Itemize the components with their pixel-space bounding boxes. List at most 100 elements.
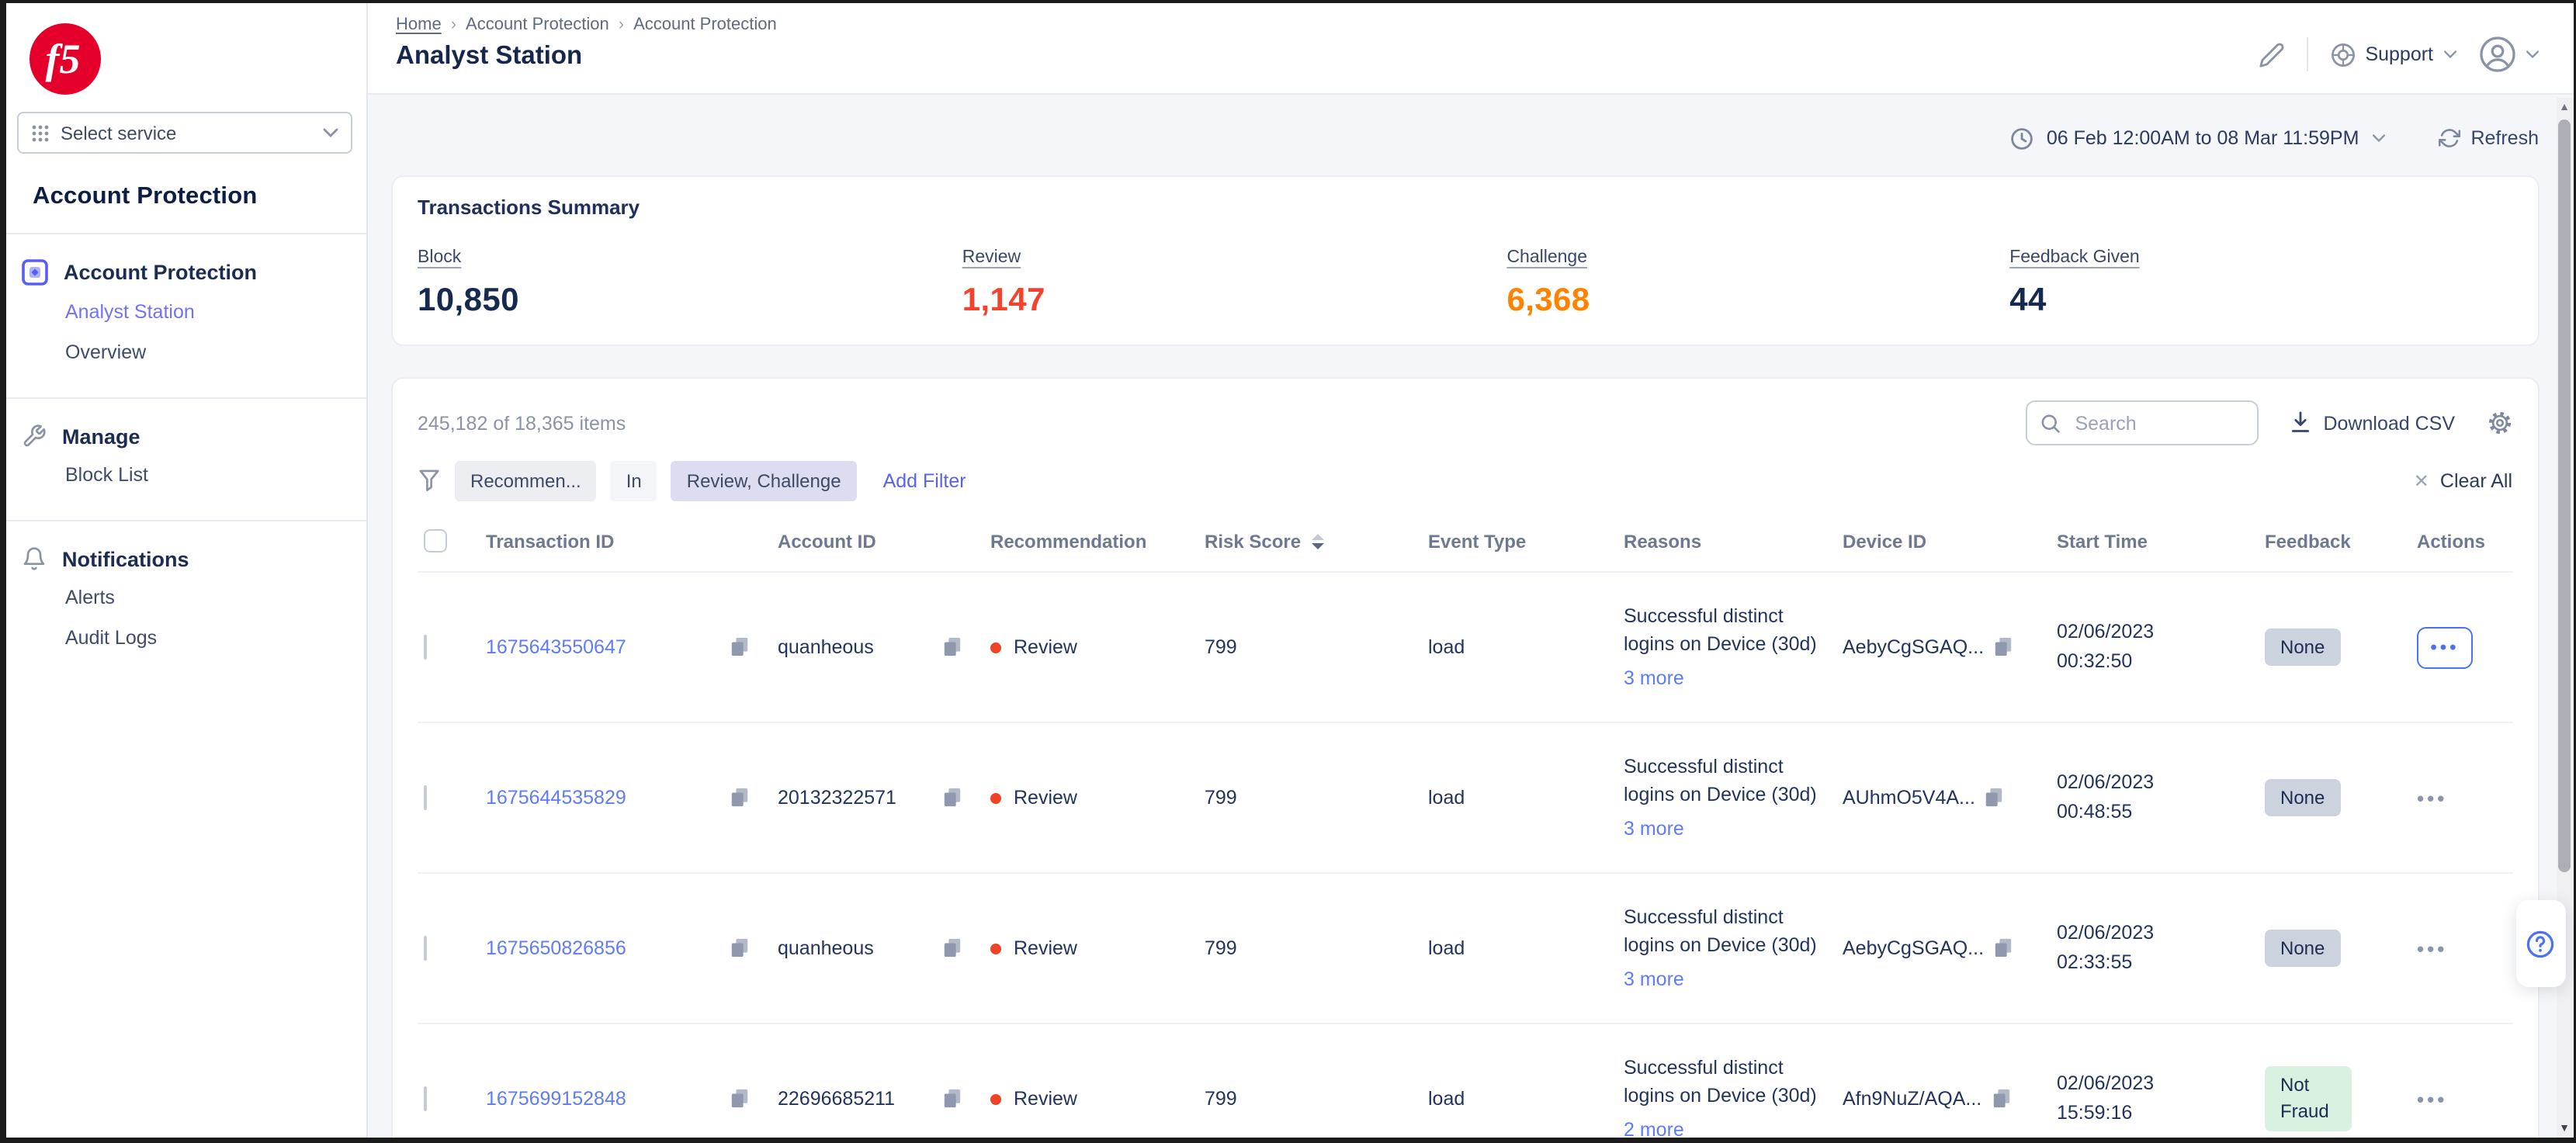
scroll-down-arrow[interactable]: ▼ bbox=[2556, 1123, 2573, 1134]
review-dot-icon bbox=[990, 943, 1001, 954]
risk-score: 799 bbox=[1205, 937, 1428, 959]
stat-block-label[interactable]: Block bbox=[418, 248, 461, 267]
stat-feedback-given-label[interactable]: Feedback Given bbox=[2009, 248, 2140, 267]
clear-all-label: Clear All bbox=[2440, 470, 2512, 492]
avatar-icon bbox=[2478, 36, 2515, 73]
transactions-table-card: 245,182 of 18,365 items bbox=[391, 377, 2539, 1143]
scroll-up-arrow[interactable]: ▲ bbox=[2556, 102, 2573, 113]
filter-operator-chip[interactable]: In bbox=[611, 461, 657, 501]
sidebar-item-audit-logs[interactable]: Audit Logs bbox=[6, 618, 366, 658]
filter-field-chip[interactable]: Recommen... bbox=[455, 461, 597, 501]
feedback-badge: Not Fraud bbox=[2265, 1066, 2352, 1131]
sidebar-item-overview[interactable]: Overview bbox=[6, 332, 366, 372]
table-header-row: Transaction ID Account ID Recommendation… bbox=[418, 514, 2512, 571]
grid-icon bbox=[31, 123, 50, 142]
more-reasons-link[interactable]: 3 more bbox=[1624, 965, 1684, 992]
select-all-checkbox[interactable] bbox=[424, 529, 447, 552]
date-range-label: 06 Feb 12:00AM to 08 Mar 11:59PM bbox=[2047, 127, 2359, 149]
feedback-badge: None bbox=[2265, 628, 2340, 667]
start-time: 00:32:50 bbox=[2057, 650, 2132, 672]
row-checkbox[interactable] bbox=[424, 635, 427, 660]
copy-icon[interactable] bbox=[942, 937, 962, 959]
event-type: load bbox=[1428, 636, 1624, 658]
more-reasons-link[interactable]: 3 more bbox=[1624, 814, 1684, 842]
help-button[interactable] bbox=[2515, 900, 2565, 987]
clear-all-button[interactable]: ✕ Clear All bbox=[2414, 470, 2512, 492]
copy-icon[interactable] bbox=[942, 636, 962, 658]
row-checkbox[interactable] bbox=[424, 785, 427, 810]
risk-score: 799 bbox=[1205, 636, 1428, 658]
col-start-time[interactable]: Start Time bbox=[2057, 530, 2265, 552]
pencil-icon[interactable] bbox=[2258, 41, 2284, 68]
more-reasons-link[interactable]: 3 more bbox=[1624, 663, 1684, 691]
stat-review-label[interactable]: Review bbox=[962, 248, 1021, 267]
transaction-id-link[interactable]: 1675644535829 bbox=[486, 787, 626, 809]
stat-challenge: Challenge 6,368 bbox=[1506, 242, 2009, 320]
support-icon bbox=[2329, 41, 2356, 68]
sidebar-section-account-protection: Account Protection Analyst Station Overv… bbox=[6, 234, 366, 376]
transaction-id-link[interactable]: 1675699152848 bbox=[486, 1088, 626, 1110]
breadcrumb-home-link[interactable]: Home bbox=[396, 16, 442, 34]
copy-icon[interactable] bbox=[730, 937, 750, 959]
stat-challenge-label[interactable]: Challenge bbox=[1506, 248, 1587, 267]
date-range-picker[interactable]: 06 Feb 12:00AM to 08 Mar 11:59PM bbox=[2011, 126, 2386, 150]
sidebar-item-account-protection[interactable]: Account Protection bbox=[6, 253, 366, 292]
copy-icon[interactable] bbox=[942, 787, 962, 809]
col-recommendation[interactable]: Recommendation bbox=[990, 530, 1205, 552]
device-id: AebyCgSGAQ... bbox=[1843, 937, 1984, 959]
col-device-id[interactable]: Device ID bbox=[1843, 530, 2057, 552]
download-csv-button[interactable]: Download CSV bbox=[2289, 411, 2455, 435]
content: 06 Feb 12:00AM to 08 Mar 11:59PM Refresh bbox=[368, 95, 2573, 1137]
copy-icon[interactable] bbox=[730, 1088, 750, 1110]
col-risk-score[interactable]: Risk Score bbox=[1205, 530, 1428, 552]
col-transaction-id[interactable]: Transaction ID bbox=[486, 530, 778, 552]
sidebar-product-title: Account Protection bbox=[11, 183, 366, 211]
row-checkbox[interactable] bbox=[424, 936, 427, 961]
row-actions-button[interactable]: ••• bbox=[2417, 937, 2447, 960]
refresh-button[interactable]: Refresh bbox=[2438, 127, 2539, 149]
sidebar: f5 Select service Account Protection bbox=[6, 3, 368, 1137]
copy-icon[interactable] bbox=[942, 1088, 962, 1110]
gear-icon[interactable] bbox=[2486, 410, 2512, 436]
row-actions-button[interactable]: ••• bbox=[2417, 786, 2447, 809]
transaction-id-link[interactable]: 1675643550647 bbox=[486, 636, 626, 658]
row-actions-button[interactable]: ••• bbox=[2417, 1087, 2447, 1110]
copy-icon[interactable] bbox=[1991, 1088, 2011, 1110]
col-feedback[interactable]: Feedback bbox=[2265, 530, 2417, 552]
filter-value-chip[interactable]: Review, Challenge bbox=[671, 461, 857, 501]
scrollbar-thumb[interactable] bbox=[2558, 119, 2571, 872]
sidebar-section-manage: Manage Block List bbox=[6, 399, 366, 498]
recommendation: Review bbox=[1014, 1088, 1077, 1110]
user-menu[interactable] bbox=[2478, 36, 2539, 73]
divider bbox=[2306, 37, 2307, 71]
sidebar-item-analyst-station[interactable]: Analyst Station bbox=[6, 292, 366, 332]
col-event-type[interactable]: Event Type bbox=[1428, 530, 1624, 552]
copy-icon[interactable] bbox=[730, 787, 750, 809]
sidebar-item-notifications[interactable]: Notifications bbox=[6, 540, 366, 577]
transaction-id-link[interactable]: 1675650826856 bbox=[486, 937, 626, 959]
row-actions-button[interactable]: ••• bbox=[2417, 626, 2473, 668]
wrench-icon bbox=[22, 424, 47, 449]
sidebar-item-manage[interactable]: Manage bbox=[6, 417, 366, 455]
copy-icon[interactable] bbox=[1993, 636, 2013, 658]
support-menu[interactable]: Support bbox=[2329, 41, 2456, 68]
sort-icons[interactable] bbox=[1312, 533, 1324, 549]
start-time: 00:48:55 bbox=[2057, 801, 2132, 823]
copy-icon[interactable] bbox=[730, 636, 750, 658]
clock-icon bbox=[2011, 126, 2034, 150]
sidebar-item-block-list[interactable]: Block List bbox=[6, 455, 366, 495]
refresh-label: Refresh bbox=[2470, 127, 2539, 149]
col-account-id[interactable]: Account ID bbox=[778, 530, 990, 552]
row-checkbox[interactable] bbox=[424, 1086, 427, 1111]
copy-icon[interactable] bbox=[1993, 937, 2013, 959]
sidebar-item-alerts[interactable]: Alerts bbox=[6, 577, 366, 618]
add-filter-link[interactable]: Add Filter bbox=[883, 470, 966, 492]
copy-icon[interactable] bbox=[1985, 787, 2005, 809]
search-icon bbox=[2039, 412, 2061, 434]
more-reasons-link[interactable]: 2 more bbox=[1624, 1115, 1684, 1143]
chevron-down-icon bbox=[323, 127, 338, 138]
breadcrumb-separator: › bbox=[619, 16, 624, 34]
service-selector[interactable]: Select service bbox=[17, 112, 352, 154]
col-reasons[interactable]: Reasons bbox=[1624, 530, 1843, 552]
search-input[interactable] bbox=[2072, 410, 2244, 435]
